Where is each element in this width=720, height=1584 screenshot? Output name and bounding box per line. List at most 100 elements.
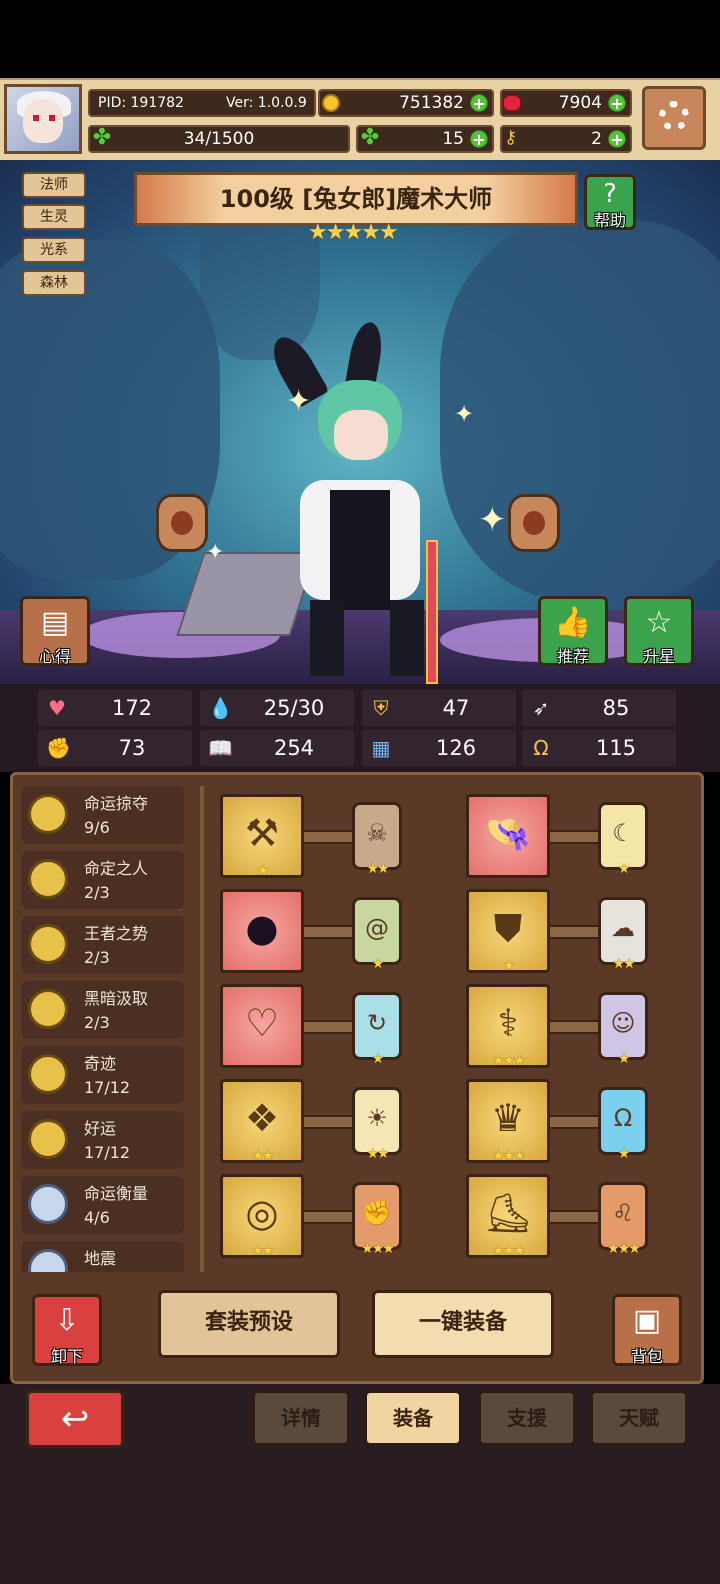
panel-divider bbox=[200, 786, 204, 1272]
fist-icon: ✊ bbox=[46, 736, 71, 760]
support-card-slot[interactable]: ↻ ★ bbox=[352, 992, 402, 1067]
tab-talent[interactable]: 天赋 bbox=[590, 1390, 688, 1446]
set-medal-icon bbox=[28, 1184, 68, 1224]
tab-equipment[interactable]: 装备 bbox=[364, 1390, 462, 1446]
next-hero-button[interactable] bbox=[508, 494, 560, 552]
spiral-card-icon: @ bbox=[365, 914, 389, 942]
gold-coin-icon bbox=[322, 94, 340, 112]
set-bonus-item[interactable]: 命运衡量 4/6 bbox=[22, 1176, 184, 1234]
equip-slot[interactable]: ⚕ ★★★ bbox=[466, 984, 550, 1069]
set-count: 17/12 bbox=[84, 1143, 131, 1162]
set-count: 17/12 bbox=[84, 1078, 131, 1097]
support-card-slot[interactable]: ☁ ★★ bbox=[598, 897, 648, 972]
set-medal-icon bbox=[28, 1119, 68, 1159]
stat-value: 115 bbox=[595, 736, 637, 760]
set-bonus-item[interactable]: 命运掠夺 9/6 bbox=[22, 786, 184, 844]
stat-value: 73 bbox=[118, 736, 146, 760]
support-card-slot[interactable]: ♌ ★★★ bbox=[598, 1182, 648, 1257]
moon-card-icon: ☾ bbox=[612, 819, 634, 847]
set-bonus-item[interactable]: 奇迹 17/12 bbox=[22, 1046, 184, 1104]
equip-slot[interactable]: ♡ bbox=[220, 984, 304, 1068]
card-stars: ★★ bbox=[366, 861, 389, 877]
support-card-slot[interactable]: @ ★ bbox=[352, 897, 402, 972]
heart-icon: ♥ bbox=[48, 696, 66, 720]
set-preset-button[interactable]: 套装预设 bbox=[158, 1290, 340, 1358]
stat-horseshoe: Ω 115 bbox=[522, 730, 676, 766]
support-card-slot[interactable]: Ω ★ bbox=[598, 1087, 648, 1162]
ruby-bar: 7904 + bbox=[500, 89, 632, 117]
set-count: 2/3 bbox=[84, 883, 110, 902]
stat-fist: ✊ 73 bbox=[38, 730, 192, 766]
equip-slot[interactable]: ◎ ★★ bbox=[220, 1174, 304, 1259]
horseshoe-card-icon: Ω bbox=[613, 1104, 633, 1132]
star-up-button[interactable]: ☆ 升星 bbox=[624, 596, 694, 666]
back-button[interactable]: ↩ bbox=[26, 1390, 124, 1448]
add-key-button[interactable]: + bbox=[608, 130, 626, 148]
equip-slot[interactable]: ♛ ★★★ bbox=[466, 1079, 550, 1164]
stamina-value: 34/1500 bbox=[183, 129, 255, 149]
support-card-slot[interactable]: ✊ ★★★ bbox=[352, 1182, 402, 1257]
game-version: Ver: 1.0.0.9 bbox=[226, 95, 307, 111]
set-bonus-item[interactable]: 黑暗汲取 2/3 bbox=[22, 981, 184, 1039]
equip-slot[interactable]: ⛸ ★★★ bbox=[466, 1174, 550, 1259]
support-card-slot[interactable]: ☾ ★ bbox=[598, 802, 648, 877]
hero-character[interactable] bbox=[264, 319, 440, 684]
stat-scroll: ▦ 126 bbox=[362, 730, 516, 766]
help-button[interactable]: ? 帮助 bbox=[584, 174, 636, 230]
gem-frame-icon: ❖ bbox=[244, 1096, 280, 1140]
tag-race: 生灵 bbox=[22, 204, 86, 230]
set-bonus-item[interactable]: 王者之势 2/3 bbox=[22, 916, 184, 974]
sun-card-icon: ☀ bbox=[366, 1104, 388, 1132]
equip-slot[interactable]: 👒 bbox=[466, 794, 550, 878]
star-icon: ☆ bbox=[645, 605, 673, 640]
horseshoe-icon: Ω bbox=[533, 736, 549, 760]
set-medal-icon bbox=[28, 1054, 68, 1094]
notes-button[interactable]: ▤ 心得 bbox=[20, 596, 90, 666]
slot-link bbox=[304, 1210, 352, 1224]
fist-card-icon: ✊ bbox=[362, 1199, 392, 1227]
support-card-slot[interactable]: ☺ ★ bbox=[598, 992, 648, 1067]
recommend-button[interactable]: 👍 推荐 bbox=[538, 596, 608, 666]
set-name: 命定之人 bbox=[84, 859, 149, 878]
unequip-button[interactable]: ⇩ 卸下 bbox=[32, 1294, 102, 1366]
equip-slot[interactable]: ❖ ★★ bbox=[220, 1079, 304, 1164]
add-clover-button[interactable]: + bbox=[470, 130, 488, 148]
set-name: 奇迹 bbox=[84, 1054, 117, 1073]
set-bonus-item[interactable]: 地震 bbox=[22, 1241, 184, 1272]
player-avatar[interactable] bbox=[4, 84, 82, 154]
bag-button[interactable]: ▣ 背包 bbox=[612, 1294, 682, 1366]
set-name: 王者之势 bbox=[84, 924, 149, 943]
set-bonus-list[interactable]: 命运掠夺 9/6 命定之人 2/3 王者之势 2/3 黑暗汲取 2/3 奇迹 17/12 好运 17/… bbox=[22, 786, 188, 1272]
one-click-equip-button[interactable]: 一键装备 bbox=[372, 1290, 554, 1358]
sparkle-icon: ✦ bbox=[206, 540, 225, 565]
drop-icon: 💧 bbox=[208, 696, 233, 720]
badge-icon bbox=[171, 511, 193, 535]
card-stars: ★ bbox=[617, 1146, 631, 1162]
set-name: 命运掠夺 bbox=[84, 794, 149, 813]
set-count: 2/3 bbox=[84, 1013, 110, 1032]
add-ruby-button[interactable]: + bbox=[608, 94, 626, 112]
set-medal-icon bbox=[28, 989, 68, 1029]
ring-icon: ◎ bbox=[245, 1191, 279, 1235]
tab-support[interactable]: 支援 bbox=[478, 1390, 576, 1446]
equip-slot[interactable]: ⛊ ★ bbox=[466, 889, 550, 974]
set-name: 地震 bbox=[84, 1249, 117, 1268]
slot-stars: ★★★ bbox=[492, 1148, 526, 1164]
support-card-slot[interactable]: ☀ ★★ bbox=[352, 1087, 402, 1162]
gear-icon bbox=[659, 101, 689, 131]
equip-slot[interactable]: ⚒ ★ bbox=[220, 794, 304, 879]
book-icon: 📖 bbox=[208, 736, 233, 760]
set-name: 黑暗汲取 bbox=[84, 989, 149, 1008]
set-bonus-item[interactable]: 命定之人 2/3 bbox=[22, 851, 184, 909]
tag-class: 法师 bbox=[22, 172, 86, 198]
support-card-slot[interactable]: ☠ ★★ bbox=[352, 802, 402, 877]
settings-button[interactable] bbox=[642, 86, 706, 150]
add-gold-button[interactable]: + bbox=[470, 94, 488, 112]
prev-hero-button[interactable] bbox=[156, 494, 208, 552]
equip-slot[interactable]: ● bbox=[220, 889, 304, 973]
key-amount: 2 bbox=[591, 129, 602, 149]
slot-link bbox=[550, 1115, 598, 1129]
slot-link bbox=[550, 1020, 598, 1034]
tab-details[interactable]: 详情 bbox=[252, 1390, 350, 1446]
set-bonus-item[interactable]: 好运 17/12 bbox=[22, 1111, 184, 1169]
